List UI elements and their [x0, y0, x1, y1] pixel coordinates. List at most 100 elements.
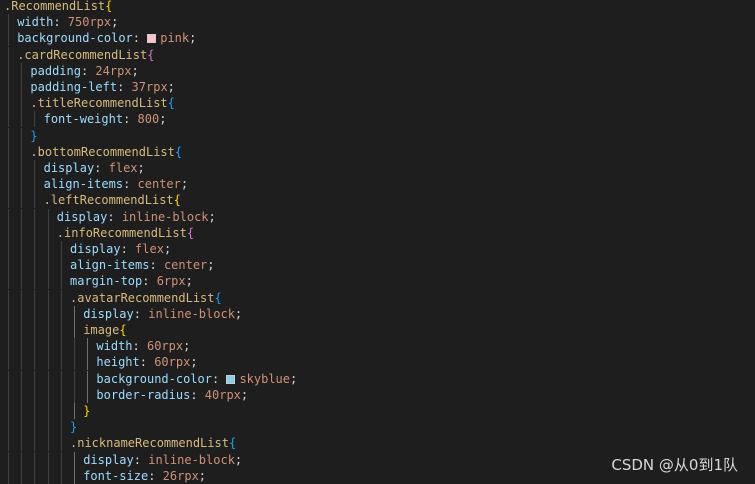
code-line[interactable]: .leftRecommendList{	[0, 192, 755, 209]
indent-guide	[8, 30, 9, 47]
code-line[interactable]: }	[0, 403, 755, 419]
code-line[interactable]: font-weight: 800;	[0, 111, 755, 128]
code-token: 24rpx	[95, 63, 132, 78]
indent-guide	[60, 354, 62, 371]
code-token: ;	[208, 209, 216, 224]
code-line[interactable]: .nicknameRecommendList{	[0, 435, 755, 452]
code-token: pink	[160, 31, 190, 46]
indent-guide	[47, 208, 49, 225]
code-token: background-color	[17, 31, 133, 46]
code-token: display	[83, 452, 134, 467]
indent-guide	[34, 273, 36, 290]
code-token: inline-block	[121, 209, 209, 224]
indent-guide	[8, 305, 9, 322]
indent-guide	[21, 192, 23, 209]
code-line[interactable]: background-color: pink;	[0, 30, 755, 47]
code-token: display	[56, 209, 108, 224]
indent-guide	[47, 435, 49, 452]
indent-guide	[21, 62, 23, 79]
indent-guide	[21, 289, 23, 306]
code-line[interactable]: width: 750rpx;	[0, 14, 755, 31]
code-line[interactable]: display: inline-block;	[0, 208, 755, 225]
code-text: border-radius: 40rpx;	[96, 387, 248, 403]
indent-guide	[34, 192, 36, 209]
code-text: background-color: skyblue;	[96, 371, 297, 387]
code-line[interactable]: }	[0, 419, 755, 436]
code-line[interactable]: .avatarRecommendList{	[0, 289, 755, 306]
code-line[interactable]: .RecommendList{	[0, 0, 755, 14]
code-line[interactable]: margin-top: 6rpx;	[0, 273, 755, 290]
code-token: :	[80, 63, 96, 78]
indent-guide	[21, 241, 23, 257]
code-text: display: inline-block;	[57, 209, 216, 225]
code-token: :	[211, 371, 227, 386]
indent-guide	[34, 451, 36, 468]
code-line[interactable]: .infoRecommendList{	[0, 224, 755, 241]
code-token: border-radius	[96, 387, 191, 402]
code-editor[interactable]: .RecommendList{width: 750rpx; background-…	[0, 0, 755, 484]
indent-guide	[47, 338, 49, 355]
indent-guide	[87, 338, 89, 355]
indent-guide	[21, 79, 23, 95]
code-line[interactable]: padding: 24rpx;	[0, 62, 755, 79]
code-token: ;	[183, 339, 191, 354]
indent-guide	[34, 419, 36, 436]
code-token: ;	[159, 112, 167, 127]
indent-guide	[21, 127, 23, 144]
code-line[interactable]: display: inline-block;	[0, 305, 755, 322]
code-token: 37rpx	[131, 80, 168, 94]
code-token: ;	[189, 31, 197, 46]
code-token: ;	[190, 355, 198, 370]
color-swatch[interactable]	[226, 374, 236, 384]
code-line[interactable]: padding-left: 37rpx;	[0, 79, 755, 95]
indent-guide	[60, 273, 62, 290]
indent-guide	[8, 435, 9, 452]
indent-guide	[8, 208, 9, 225]
code-token: padding-left	[30, 80, 118, 94]
code-line[interactable]: .titleRecommendList{	[0, 95, 755, 112]
code-token: :	[123, 177, 138, 192]
indent-guide	[8, 338, 9, 355]
indent-guide	[60, 386, 62, 403]
code-line[interactable]: align-items: center;	[0, 257, 755, 274]
indent-guide	[8, 160, 9, 176]
code-token: }	[30, 128, 38, 143]
code-line[interactable]: }	[0, 127, 755, 144]
code-token: {	[147, 47, 155, 62]
code-token: margin-top	[70, 274, 143, 289]
code-line[interactable]: background-color: skyblue;	[0, 370, 755, 387]
code-token: 800	[137, 112, 160, 127]
code-line[interactable]: .cardRecommendList{	[0, 46, 755, 63]
indent-guide	[21, 224, 23, 241]
color-swatch[interactable]	[147, 34, 157, 44]
code-line[interactable]: border-radius: 40rpx;	[0, 386, 755, 403]
indent-guide	[8, 46, 9, 63]
code-token: {	[186, 225, 195, 240]
code-line[interactable]: image{	[0, 322, 755, 338]
code-text: .titleRecommendList{	[30, 95, 175, 111]
code-token: align-items	[70, 258, 150, 273]
code-line[interactable]: display: flex;	[0, 160, 755, 176]
indent-guide	[8, 370, 9, 387]
indent-guide	[34, 386, 36, 403]
code-text: align-items: center;	[44, 176, 189, 192]
code-line[interactable]: display: flex;	[0, 241, 755, 257]
indent-guide	[21, 176, 23, 193]
indent-guide	[34, 224, 36, 241]
indent-guide	[21, 143, 23, 160]
code-token: display	[43, 161, 95, 175]
code-line[interactable]: align-items: center;	[0, 176, 755, 193]
code-line[interactable]: width: 60rpx;	[0, 338, 755, 355]
indent-guide	[8, 289, 9, 306]
indent-guide	[74, 354, 75, 371]
indent-guide	[74, 305, 75, 322]
code-token: ;	[180, 177, 189, 192]
code-text: display: flex;	[70, 241, 171, 257]
code-token: :	[132, 339, 147, 354]
code-line[interactable]: height: 60rpx;	[0, 354, 755, 371]
indent-guide	[47, 467, 49, 484]
indent-guide	[60, 370, 62, 387]
code-line[interactable]: .bottomRecommendList{	[0, 143, 755, 160]
indent-guide	[60, 403, 62, 419]
code-token: ;	[290, 371, 298, 386]
